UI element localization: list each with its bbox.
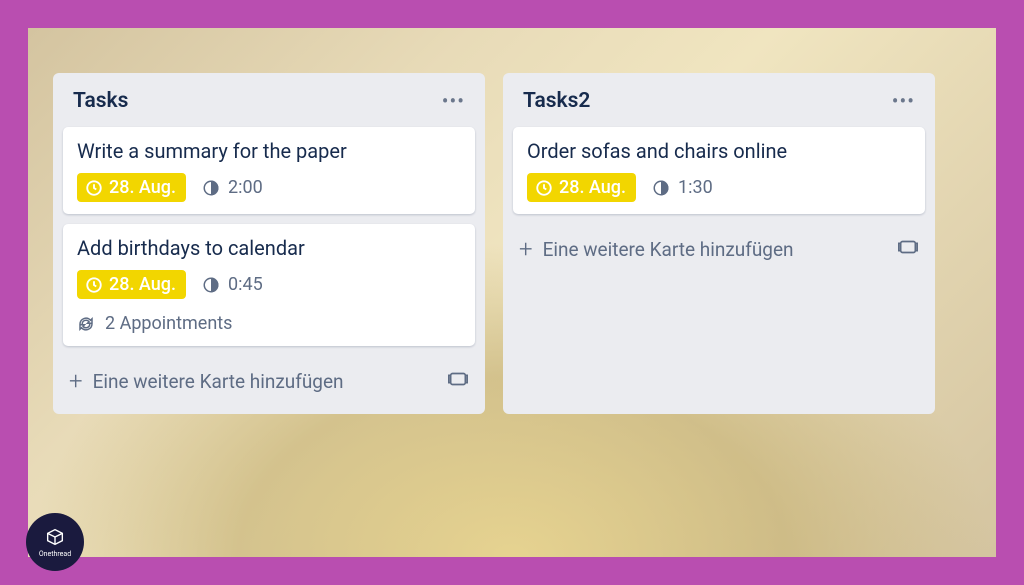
date-badge[interactable]: 28. Aug. [527,173,636,202]
logo-icon [44,526,66,548]
card-badges: 28. Aug. 1:30 [527,173,911,202]
add-card-button[interactable]: + Eine weitere Karte hinzufügen [69,369,447,393]
template-button[interactable] [447,368,469,394]
recurring-badge: 2 Appointments [77,313,461,334]
list-tasks2: Tasks2 ••• Order sofas and chairs online… [503,73,935,414]
plus-icon: + [69,369,83,393]
recurring-text: 2 Appointments [105,313,232,334]
date-badge[interactable]: 28. Aug. [77,173,186,202]
moon-icon [202,276,220,294]
moon-icon [652,179,670,197]
clock-icon [85,276,103,294]
logo-badge[interactable]: Onethread [26,513,84,571]
card-title: Add birthdays to calendar [77,236,461,260]
list-tasks: Tasks ••• Write a summary for the paper … [53,73,485,414]
duration-badge: 2:00 [202,177,263,198]
date-badge[interactable]: 28. Aug. [77,270,186,299]
template-icon [897,236,919,258]
list-title[interactable]: Tasks [73,89,128,113]
date-text: 28. Aug. [109,177,176,198]
card-badges: 28. Aug. 2:00 [77,173,461,202]
moon-icon [202,179,220,197]
add-card-button[interactable]: + Eine weitere Karte hinzufügen [519,237,897,261]
add-card-row: + Eine weitere Karte hinzufügen [513,228,925,270]
card-title: Write a summary for the paper [77,139,461,163]
card[interactable]: Write a summary for the paper 28. Aug. 2… [63,127,475,214]
list-menu-icon[interactable]: ••• [442,91,465,111]
date-text: 28. Aug. [109,274,176,295]
add-card-label: Eine weitere Karte hinzufügen [543,238,794,261]
date-text: 28. Aug. [559,177,626,198]
card[interactable]: Add birthdays to calendar 28. Aug. 0:45 [63,224,475,346]
board-background: Tasks ••• Write a summary for the paper … [28,28,996,557]
template-button[interactable] [897,236,919,262]
duration-badge: 1:30 [652,177,713,198]
list-menu-icon[interactable]: ••• [892,91,915,111]
add-card-label: Eine weitere Karte hinzufügen [93,370,344,393]
app-frame: Tasks ••• Write a summary for the paper … [0,0,1024,585]
template-icon [447,368,469,390]
plus-icon: + [519,237,533,261]
duration-text: 1:30 [678,177,713,198]
logo-text: Onethread [39,550,71,558]
duration-badge: 0:45 [202,274,263,295]
duration-text: 2:00 [228,177,263,198]
recurring-icon [77,315,95,333]
list-header: Tasks2 ••• [513,85,925,127]
card-title: Order sofas and chairs online [527,139,911,163]
clock-icon [535,179,553,197]
clock-icon [85,179,103,197]
card[interactable]: Order sofas and chairs online 28. Aug. 1… [513,127,925,214]
list-title[interactable]: Tasks2 [523,89,590,113]
add-card-row: + Eine weitere Karte hinzufügen [63,360,475,402]
card-badges: 28. Aug. 0:45 [77,270,461,299]
duration-text: 0:45 [228,274,263,295]
list-header: Tasks ••• [63,85,475,127]
lists-container: Tasks ••• Write a summary for the paper … [28,28,996,414]
